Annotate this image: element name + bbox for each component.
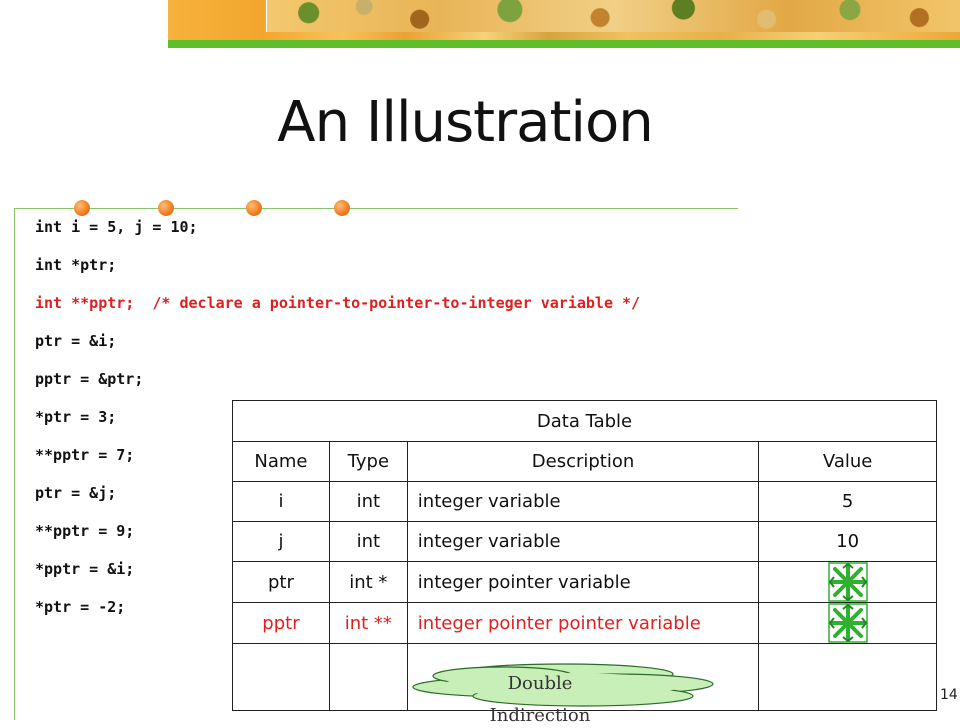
frame-vertical-line xyxy=(14,208,15,720)
cell-empty xyxy=(758,643,937,711)
cell-type: int * xyxy=(328,561,408,603)
pointer-star-icon xyxy=(827,562,868,602)
cell-empty xyxy=(328,643,408,711)
code-line: pptr = &ptr; xyxy=(35,370,144,388)
cell-description: integer pointer pointer variable xyxy=(406,602,760,644)
code-line: ptr = &i; xyxy=(35,332,117,350)
cell-description: integer pointer variable xyxy=(406,561,760,603)
code-line-highlighted: int **pptr; /* declare a pointer-to-poin… xyxy=(35,294,641,312)
cell-description: integer variable xyxy=(406,481,760,522)
cell-value xyxy=(758,602,937,644)
cell-value: 10 xyxy=(758,521,937,562)
pointer-star-icon xyxy=(827,603,868,643)
cell-description: integer variable xyxy=(406,521,760,562)
banner-image xyxy=(266,0,960,32)
code-line: *pptr = &i; xyxy=(35,560,135,578)
table-row: i int integer variable 5 xyxy=(232,481,937,522)
callout-line-1: Double xyxy=(507,673,573,694)
cell-name: ptr xyxy=(232,561,330,603)
table-header-row: Name Type Description Value xyxy=(232,441,937,482)
bullet-dot-icon xyxy=(246,200,262,216)
code-line: int *ptr; xyxy=(35,256,117,274)
table-row: j int integer variable 10 xyxy=(232,521,937,562)
cell-name: i xyxy=(232,481,330,522)
callout-line-2: Indirection xyxy=(489,705,591,726)
cell-name: pptr xyxy=(232,602,330,644)
table-caption: Data Table xyxy=(232,400,937,442)
column-header-name: Name xyxy=(232,441,330,482)
table-row-highlighted: pptr int ** integer pointer pointer vari… xyxy=(232,602,937,644)
page-number: 14 xyxy=(940,687,958,703)
cell-type: int xyxy=(328,521,408,562)
cell-type: int xyxy=(328,481,408,522)
column-header-description: Description xyxy=(406,441,760,482)
bullet-dot-icon xyxy=(74,200,90,216)
cell-value: 5 xyxy=(758,481,937,522)
code-line: *ptr = 3; xyxy=(35,408,117,426)
code-line: *ptr = -2; xyxy=(35,598,126,616)
bullet-dot-icon xyxy=(158,200,174,216)
column-header-value: Value xyxy=(758,441,937,482)
table-caption-row: Data Table xyxy=(232,400,937,442)
code-line: int i = 5, j = 10; xyxy=(35,218,198,236)
table-row: ptr int * integer pointer variable xyxy=(232,561,937,603)
header-banner xyxy=(168,0,960,40)
code-line: ptr = &j; xyxy=(35,484,117,502)
cell-empty xyxy=(232,643,330,711)
cell-value xyxy=(758,561,937,603)
banner-green-stripe xyxy=(168,40,960,48)
frame-horizontal-line xyxy=(14,208,738,209)
code-line: **pptr = 7; xyxy=(35,446,135,464)
column-header-type: Type xyxy=(328,441,408,482)
cell-type: int ** xyxy=(328,602,408,644)
slide-title: An Illustration xyxy=(277,90,653,155)
code-line: **pptr = 9; xyxy=(35,522,135,540)
cell-name: j xyxy=(232,521,330,562)
bullet-dot-icon xyxy=(334,200,350,216)
